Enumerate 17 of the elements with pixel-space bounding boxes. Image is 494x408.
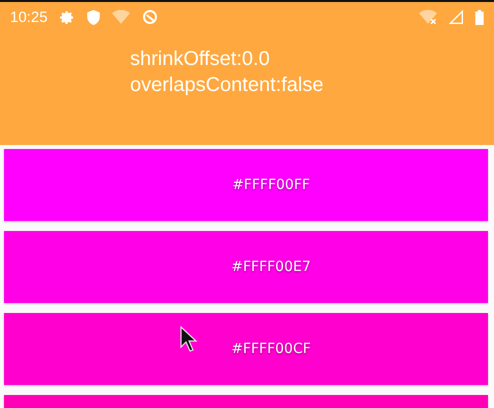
mouse-pointer-icon (180, 326, 198, 352)
gear-icon (60, 10, 75, 24)
status-time: 10:25 (10, 8, 48, 26)
color-label: #FFFF00FF (232, 177, 310, 193)
circle-slash-icon (142, 9, 158, 25)
header-text: overlapsContent:false (130, 73, 324, 98)
color-label: #FFFF00E7 (231, 259, 311, 275)
battery-icon (475, 10, 484, 24)
color-card[interactable]: #FFFF00FF (4, 149, 488, 221)
color-label: #FFFF00CF (231, 341, 311, 357)
header-text: shrinkOffset:0.0 (130, 47, 271, 72)
color-card[interactable]: #FFFF00E7 (4, 231, 488, 303)
color-card[interactable]: #FFFF00CF (4, 313, 488, 385)
shield-icon (86, 10, 100, 24)
wifi-question-icon (112, 10, 130, 24)
wifi-off-icon (419, 10, 437, 24)
signal-icon (449, 10, 463, 24)
